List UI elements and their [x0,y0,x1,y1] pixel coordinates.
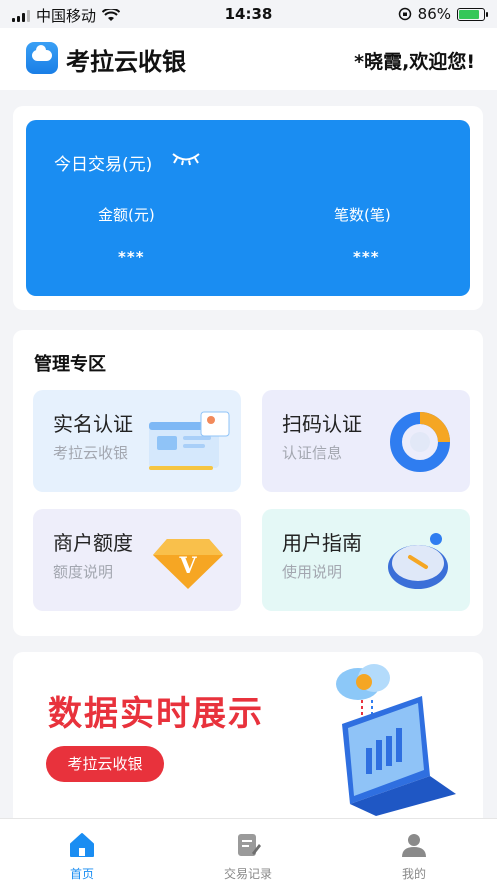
tile-user-guide[interactable]: 用户指南 使用说明 [262,509,470,611]
profile-icon [402,834,426,857]
battery-percent: 86% [417,5,451,23]
battery-icon [457,7,488,21]
records-icon [238,834,261,856]
tile-real-name-auth[interactable]: 实名认证 考拉云收银 [33,390,241,492]
amount-label: 金额(元) [98,206,155,224]
tab-profile[interactable]: 我的 [354,819,474,884]
tile-title: 用户指南 [282,531,362,555]
laptop-cloud-illustration [336,664,456,816]
scan-ring-icon [390,412,450,472]
today-trade-title: 今日交易(元) [54,155,153,175]
tile-subtitle: 额度说明 [53,563,114,581]
amount-value: *** [118,248,145,266]
welcome-text: *晓霞,欢迎您! [354,51,475,73]
tile-merchant-quota[interactable]: 商户额度 额度说明 V [33,509,241,611]
tile-subtitle: 考拉云收银 [53,444,129,462]
count-value: *** [353,248,380,266]
tile-title: 商户额度 [53,531,133,555]
tab-label: 首页 [69,867,94,881]
app-title: 考拉云收银 [66,48,186,76]
compass-dial-icon [388,533,448,589]
app-header: 考拉云收银 *晓霞,欢迎您! [0,28,497,90]
banner-button[interactable]: 考拉云收银 [46,746,164,782]
tile-subtitle: 使用说明 [282,563,343,581]
status-bar: 中国移动 14:38 86% [0,0,497,28]
tab-label: 交易记录 [223,867,272,881]
home-icon [70,833,94,857]
orientation-lock-icon [398,7,411,21]
bottom-tab-bar: 首页 交易记录 我的 [0,818,497,884]
app-logo [26,42,58,74]
count-label: 笔数(笔) [334,206,391,224]
tab-records[interactable]: 交易记录 [188,819,308,884]
tile-title: 扫码认证 [282,412,362,436]
svg-text:V: V [178,553,197,579]
banner-headline: 数据实时展示 [48,694,264,734]
tile-title: 实名认证 [53,412,133,436]
tab-home[interactable]: 首页 [22,819,142,884]
tab-label: 我的 [401,867,426,881]
today-trade-panel: 今日交易(元) 金额(元) *** 笔数(笔) *** [26,120,470,296]
eye-closed-icon[interactable] [171,151,201,167]
tile-subtitle: 认证信息 [282,444,343,462]
id-card-icon [149,411,230,470]
management-title: 管理专区 [34,354,106,375]
tile-scan-auth[interactable]: 扫码认证 认证信息 [262,390,470,492]
diamond-v-icon: V [153,539,223,589]
